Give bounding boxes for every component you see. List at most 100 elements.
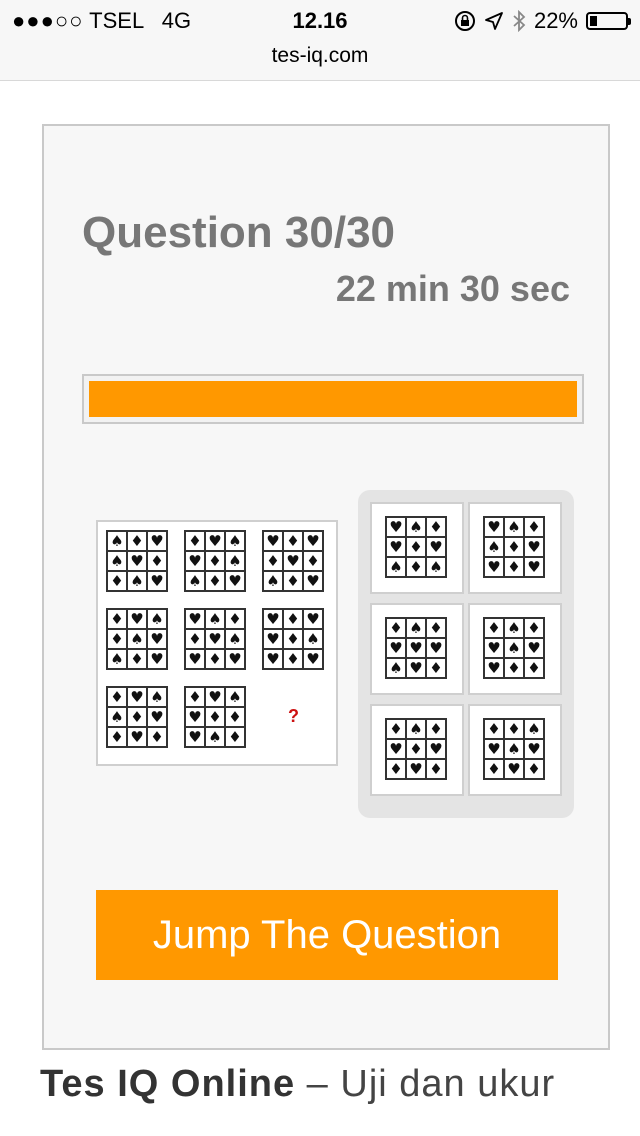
heart-icon: ♥	[263, 609, 283, 629]
diamond-icon: ♦	[147, 727, 167, 747]
answer-option[interactable]: ♦ ♦ ♠ ♥ ♠ ♥ ♦ ♥ ♦	[468, 704, 562, 796]
spade-icon: ♠	[386, 658, 406, 678]
diamond-icon: ♦	[283, 629, 303, 649]
diamond-icon: ♦	[504, 537, 524, 557]
diamond-icon: ♦	[205, 649, 225, 669]
puzzle-cell: ♦ ♥ ♠ ♠ ♦ ♥ ♦ ♥ ♦	[106, 686, 168, 748]
heart-icon: ♥	[127, 609, 147, 629]
puzzle-cell: ♥ ♠ ♦ ♦ ♥ ♠ ♥ ♦ ♥	[184, 608, 246, 670]
diamond-icon: ♦	[283, 531, 303, 551]
spade-icon: ♠	[107, 707, 127, 727]
spade-icon: ♠	[225, 687, 245, 707]
diamond-icon: ♦	[225, 707, 245, 727]
spade-icon: ♠	[504, 517, 524, 537]
heart-icon: ♥	[386, 537, 406, 557]
spade-icon: ♠	[504, 638, 524, 658]
diamond-icon: ♦	[107, 687, 127, 707]
diamond-icon: ♦	[524, 759, 544, 779]
bluetooth-icon	[513, 10, 526, 32]
status-right: 22%	[454, 8, 631, 34]
diamond-icon: ♦	[147, 551, 167, 571]
spade-icon: ♠	[426, 557, 446, 577]
spade-icon: ♠	[303, 629, 323, 649]
answer-options: ♥ ♠ ♦ ♥ ♦ ♥ ♠ ♦ ♠ ♥ ♠ ♦ ♠ ♦ ♥ ♥ ♦ ♥ ♦ ♠ ♦ ♥ ♥ ♥ ♠ ♥ ♦ ♦ ♠ ♦ ♥ ♠ ♥ ♥ ♦ ♦ ♦ ♠ ♦ ♥…	[358, 490, 574, 818]
diamond-icon: ♦	[386, 719, 406, 739]
heart-icon: ♥	[185, 649, 205, 669]
diamond-icon: ♦	[127, 649, 147, 669]
location-arrow-icon	[485, 12, 503, 30]
answer-option[interactable]: ♦ ♠ ♦ ♥ ♠ ♥ ♥ ♦ ♦	[468, 603, 562, 695]
option-grid: ♥ ♠ ♦ ♠ ♦ ♥ ♥ ♦ ♥	[483, 516, 545, 578]
heart-icon: ♥	[225, 571, 245, 591]
heart-icon: ♥	[484, 557, 504, 577]
puzzle-cell: ♦ ♥ ♠ ♦ ♠ ♥ ♠ ♦ ♥	[106, 608, 168, 670]
diamond-icon: ♦	[205, 571, 225, 591]
battery-level	[590, 16, 598, 26]
spade-icon: ♠	[127, 629, 147, 649]
heart-icon: ♥	[524, 537, 544, 557]
diamond-icon: ♦	[524, 618, 544, 638]
option-grid: ♦ ♠ ♦ ♥ ♠ ♥ ♥ ♦ ♦	[483, 617, 545, 679]
answer-option[interactable]: ♥ ♠ ♦ ♠ ♦ ♥ ♥ ♦ ♥	[468, 502, 562, 594]
quiz-card: Question 30/30 22 min 30 sec ♠ ♦ ♥ ♠ ♥ ♦ ♦ ♠ ♥ ♦ ♥…	[42, 124, 610, 1050]
answer-option[interactable]: ♦ ♠ ♦ ♥ ♥ ♥ ♠ ♥ ♦	[370, 603, 464, 695]
diamond-icon: ♦	[426, 517, 446, 537]
diamond-icon: ♦	[283, 609, 303, 629]
heart-icon: ♥	[147, 571, 167, 591]
diamond-icon: ♦	[205, 551, 225, 571]
article-lead: Tes IQ Online – Uji dan ukur	[40, 1058, 616, 1110]
option-grid: ♦ ♠ ♦ ♥ ♥ ♥ ♠ ♥ ♦	[385, 617, 447, 679]
diamond-icon: ♦	[484, 618, 504, 638]
heart-icon: ♥	[205, 531, 225, 551]
heart-icon: ♥	[303, 571, 323, 591]
url-bar[interactable]: tes-iq.com	[0, 44, 640, 68]
heart-icon: ♥	[504, 759, 524, 779]
spade-icon: ♠	[225, 629, 245, 649]
diamond-icon: ♦	[205, 707, 225, 727]
spade-icon: ♠	[205, 609, 225, 629]
diamond-icon: ♦	[263, 551, 283, 571]
spade-icon: ♠	[524, 719, 544, 739]
diamond-icon: ♦	[107, 609, 127, 629]
diamond-icon: ♦	[185, 629, 205, 649]
answer-option[interactable]: ♥ ♠ ♦ ♥ ♦ ♥ ♠ ♦ ♠	[370, 502, 464, 594]
heart-icon: ♥	[127, 551, 147, 571]
heart-icon: ♥	[524, 638, 544, 658]
spade-icon: ♠	[386, 557, 406, 577]
diamond-icon: ♦	[127, 707, 147, 727]
diamond-icon: ♦	[426, 759, 446, 779]
diamond-icon: ♦	[107, 629, 127, 649]
diamond-icon: ♦	[484, 719, 504, 739]
diamond-icon: ♦	[386, 618, 406, 638]
missing-cell-mark: ?	[288, 706, 299, 726]
diamond-icon: ♦	[426, 658, 446, 678]
heart-icon: ♥	[147, 707, 167, 727]
heart-icon: ♥	[127, 687, 147, 707]
diamond-icon: ♦	[504, 658, 524, 678]
progress-bar	[82, 374, 584, 424]
answer-option[interactable]: ♦ ♠ ♦ ♥ ♦ ♥ ♦ ♥ ♦	[370, 704, 464, 796]
spade-icon: ♠	[225, 551, 245, 571]
diamond-icon: ♦	[406, 739, 426, 759]
puzzle-matrix: ♠ ♦ ♥ ♠ ♥ ♦ ♦ ♠ ♥ ♦ ♥ ♠ ♥ ♦ ♠ ♠ ♦ ♥ ♥ ♦ ♥ ♦ ♥ ♦ ♠ ♦ ♥ ♦ ♥ ♠ ♦ ♠ ♥ ♠ ♦ ♥ ♥ ♠ ♦ ♦…	[96, 520, 338, 766]
option-grid: ♦ ♠ ♦ ♥ ♦ ♥ ♦ ♥ ♦	[385, 718, 447, 780]
question-title: Question 30/30	[82, 208, 396, 257]
heart-icon: ♥	[225, 649, 245, 669]
diamond-icon: ♦	[504, 557, 524, 577]
heart-icon: ♥	[524, 739, 544, 759]
spade-icon: ♠	[147, 609, 167, 629]
puzzle-cell: ♦ ♥ ♠ ♥ ♦ ♦ ♥ ♠ ♦	[184, 686, 246, 748]
option-grid: ♦ ♦ ♠ ♥ ♠ ♥ ♦ ♥ ♦	[483, 718, 545, 780]
spade-icon: ♠	[107, 551, 127, 571]
heart-icon: ♥	[147, 531, 167, 551]
rotation-lock-icon	[454, 11, 475, 31]
diamond-icon: ♦	[484, 759, 504, 779]
diamond-icon: ♦	[426, 618, 446, 638]
diamond-icon: ♦	[406, 557, 426, 577]
heart-icon: ♥	[263, 649, 283, 669]
heart-icon: ♥	[524, 557, 544, 577]
heart-icon: ♥	[303, 531, 323, 551]
jump-question-button[interactable]: Jump The Question	[96, 890, 558, 980]
heart-icon: ♥	[426, 638, 446, 658]
heart-icon: ♥	[386, 638, 406, 658]
